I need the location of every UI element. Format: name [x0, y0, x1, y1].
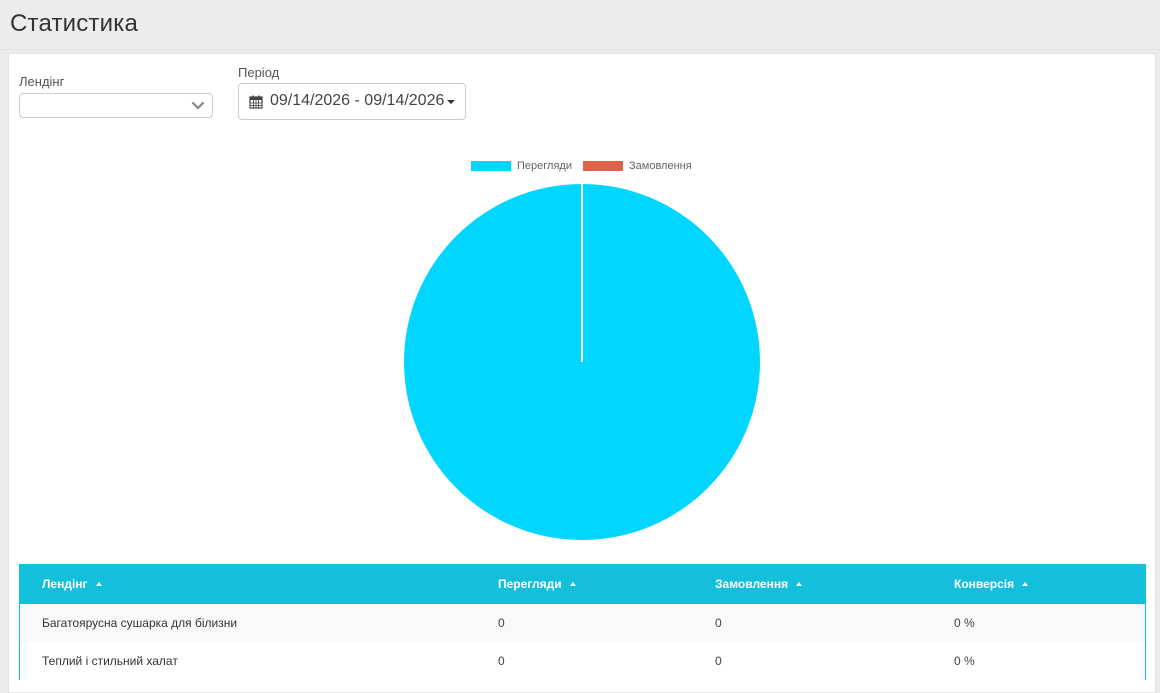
period-filter-label: Період [238, 65, 280, 80]
cell-views: 0 [498, 616, 505, 630]
column-header-landing-label: Лендінг [42, 577, 88, 591]
column-header-orders-label: Замовлення [715, 577, 789, 591]
sort-asc-icon [95, 582, 102, 586]
cell-orders: 0 [715, 616, 722, 630]
landing-filter-label: Лендінг [19, 74, 65, 89]
sort-asc-icon [1022, 582, 1029, 586]
legend-label-views: Перегляди [517, 160, 572, 172]
column-header-orders[interactable]: Замовлення [715, 577, 803, 591]
legend-label-orders: Замовлення [629, 160, 692, 172]
chevron-down-icon [191, 101, 205, 110]
page-header: Статистика [0, 0, 1160, 50]
chart-legend: Перегляди Замовлення [9, 160, 1157, 174]
page-title: Статистика [10, 10, 139, 37]
legend-item-orders[interactable]: Замовлення [583, 160, 692, 172]
legend-swatch-orders [583, 161, 623, 171]
sort-asc-icon [796, 582, 803, 586]
cell-views: 0 [498, 654, 505, 668]
statistics-table: Лендінг Перегляди Замовлення Конверсія Б… [19, 564, 1146, 680]
cell-landing: Теплий і стильний халат [42, 654, 178, 668]
cell-landing: Багатоярусна сушарка для білизни [42, 616, 238, 630]
period-daterange-picker[interactable]: 09/14/2026 - 09/14/2026 [238, 83, 466, 120]
sort-asc-icon [569, 582, 576, 586]
cell-conversion: 0 % [954, 654, 975, 668]
column-header-views-label: Перегляди [498, 577, 562, 591]
legend-swatch-views [471, 161, 511, 171]
statistics-panel: Лендінг Період 09/14/2026 - 09/14/2026 П… [8, 53, 1156, 693]
landing-select[interactable] [19, 93, 213, 118]
column-header-conversion-label: Конверсія [954, 577, 1015, 591]
legend-item-views[interactable]: Перегляди [471, 160, 572, 172]
table-header: Лендінг Перегляди Замовлення Конверсія [20, 564, 1145, 604]
calendar-icon [249, 95, 263, 109]
pie-chart [404, 184, 760, 540]
table-row[interactable]: Багатоярусна сушарка для білизни 0 0 0 % [20, 604, 1145, 642]
table-row[interactable]: Теплий і стильний халат 0 0 0 % [20, 642, 1145, 680]
column-header-landing[interactable]: Лендінг [42, 577, 102, 591]
cell-conversion: 0 % [954, 616, 975, 630]
caret-down-icon [447, 100, 455, 104]
column-header-conversion[interactable]: Конверсія [954, 577, 1029, 591]
period-value: 09/14/2026 - 09/14/2026 [270, 92, 445, 109]
cell-orders: 0 [715, 654, 722, 668]
column-header-views[interactable]: Перегляди [498, 577, 576, 591]
